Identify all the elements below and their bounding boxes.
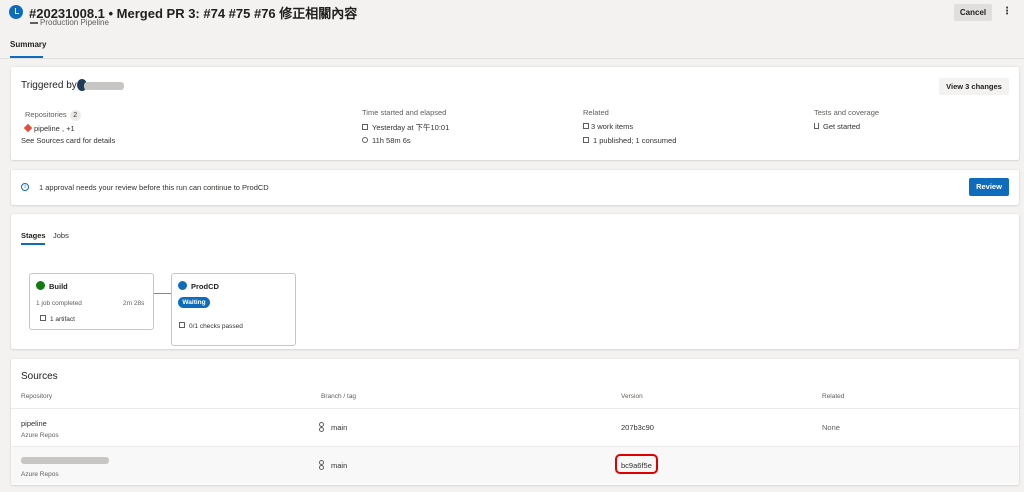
pipeline-icon (30, 18, 38, 24)
source-repo-name: pipeline (21, 419, 47, 428)
git-repo-icon (23, 123, 33, 133)
review-button[interactable]: Review (969, 178, 1009, 196)
elapsed-time: 11h 58m 6s (362, 136, 411, 145)
column-header-branch: Branch / tag (321, 393, 357, 400)
success-check-icon (36, 281, 45, 290)
column-header-version: Version (621, 393, 643, 400)
more-actions-icon[interactable]: ⋮ (1001, 5, 1013, 19)
cancel-button[interactable]: Cancel (954, 4, 992, 21)
source-repo-provider: Azure Repos (21, 471, 59, 478)
time-started: Yesterday at 下午10:01 (362, 122, 449, 133)
stages-card: Stages Jobs Build 1 job completed 2m 28s… (11, 214, 1019, 349)
source-branch: main (319, 422, 347, 432)
work-item-icon (583, 123, 589, 129)
source-branch: main (319, 460, 347, 470)
source-version[interactable]: 207b3c90 (621, 423, 654, 432)
stage-build-jobs: 1 job completed (36, 300, 82, 307)
stage-build-name: Build (49, 282, 68, 291)
column-header-related: Related (822, 393, 845, 400)
triggered-by-label: Triggered by (21, 80, 77, 91)
branch-icon (319, 422, 327, 432)
approval-banner: i 1 approval needs your review before th… (11, 170, 1019, 205)
summary-card: Triggered by View 3 changes Repositories… (11, 67, 1019, 160)
redacted-user-name (84, 82, 124, 90)
get-started-link[interactable]: Get started (814, 122, 860, 131)
branch-icon (319, 460, 327, 470)
stage-prodcd-checks[interactable]: 0/1 checks passed (179, 322, 243, 330)
info-icon: i (21, 183, 29, 191)
view-changes-button[interactable]: View 3 changes (939, 78, 1009, 95)
stage-build-artifact[interactable]: 1 artifact (40, 315, 75, 323)
artifact-icon (40, 315, 46, 321)
source-repo-provider: Azure Repos (21, 432, 59, 439)
run-status-icon (9, 5, 23, 19)
tests-label: Tests and coverage (814, 108, 880, 117)
repositories-label: Repositories 2 (25, 110, 81, 121)
approval-message: 1 approval needs your review before this… (39, 183, 269, 192)
artifact-icon (583, 137, 589, 143)
work-items: 3 work items (583, 122, 633, 131)
header-divider (0, 58, 1024, 59)
clock-icon (362, 137, 368, 143)
waiting-clock-icon (178, 281, 187, 290)
repository-item: pipeline , +1 (23, 123, 75, 133)
stage-build-duration: 2m 28s (123, 300, 145, 307)
table-row[interactable]: Azure Repos main bc9a6f5e (11, 447, 1019, 484)
version-highlight-annotation (615, 454, 658, 474)
tab-stages[interactable]: Stages (21, 231, 46, 240)
tab-jobs[interactable]: Jobs (53, 231, 69, 240)
status-badge: Waiting (178, 297, 210, 308)
pipeline-link[interactable]: Production Pipeline (30, 18, 109, 27)
sources-card: Sources Repository Branch / tag Version … (11, 359, 1019, 485)
sources-title: Sources (21, 371, 58, 382)
calendar-icon (362, 124, 368, 130)
stage-prodcd[interactable]: ProdCD Waiting 0/1 checks passed (171, 273, 296, 346)
tab-stages-indicator (21, 243, 45, 245)
column-header-repository: Repository (21, 393, 53, 400)
related-label: Related (583, 108, 609, 117)
source-related: None (822, 423, 840, 432)
tab-summary[interactable]: Summary (10, 40, 46, 49)
repositories-count-badge: 2 (69, 110, 81, 121)
checklist-icon (179, 322, 185, 328)
stage-prodcd-name: ProdCD (191, 282, 219, 291)
redacted-repo-name (21, 457, 109, 464)
beaker-icon (814, 123, 819, 129)
sources-details-link[interactable]: See Sources card for details (21, 136, 115, 145)
time-label: Time started and elapsed (362, 108, 447, 117)
table-row[interactable]: pipeline Azure Repos main 207b3c90 None (11, 409, 1019, 446)
stage-build[interactable]: Build 1 job completed 2m 28s 1 artifact (29, 273, 154, 330)
pipeline-name: Production Pipeline (40, 18, 109, 27)
stage-connector (154, 293, 171, 294)
artifacts-published: 1 published; 1 consumed (583, 136, 676, 145)
